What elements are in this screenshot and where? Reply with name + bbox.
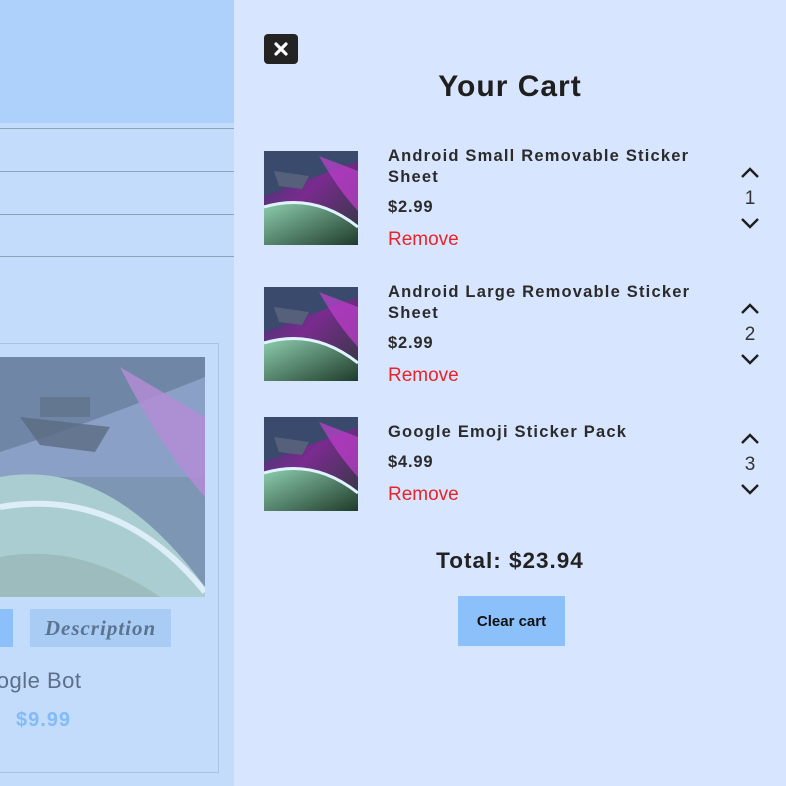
description-tag[interactable]: Description [30,609,171,647]
quantity-value: 2 [744,324,756,345]
cart-panel: Your Cart Android Small Removable Sticke… [234,0,786,786]
product-tag-button[interactable] [0,609,13,647]
cart-item: Android Large Removable Sticker Sheet $2… [264,282,774,392]
remove-button[interactable]: Remove [388,365,459,387]
chevron-up-icon[interactable] [740,432,760,446]
product-name: oogle Bot [0,668,82,693]
item-price: $2.99 [388,334,434,352]
nav-divider [0,214,234,215]
quantity-stepper: 3 [734,432,766,502]
cart-item: Google Emoji Sticker Pack $4.99 Remove 3 [264,417,774,517]
quantity-value: 1 [744,188,756,209]
nav-divider [0,171,234,172]
cart-total: Total: $23.94 [436,548,584,573]
page-header [0,0,234,123]
item-name: Android Small Removable Sticker Sheet [388,147,690,186]
clear-cart-button[interactable]: Clear cart [458,596,565,646]
chevron-up-icon[interactable] [740,302,760,316]
chevron-down-icon[interactable] [740,216,760,230]
background-page: Description oogle Bot $9.99 [0,0,234,786]
cart-title: Your Cart [438,70,582,103]
quantity-stepper: 2 [734,302,766,372]
chevron-up-icon[interactable] [740,166,760,180]
chevron-down-icon[interactable] [740,352,760,366]
cart-item: Android Small Removable Sticker Sheet $2… [264,146,774,256]
remove-button[interactable]: Remove [388,229,459,251]
close-icon [274,42,288,56]
item-name: Android Large Removable Sticker Sheet [388,283,691,322]
product-image[interactable] [0,357,205,597]
nav-divider [0,256,234,257]
quantity-stepper: 1 [734,166,766,236]
item-price: $4.99 [388,453,434,471]
remove-button[interactable]: Remove [388,484,459,506]
item-thumbnail [264,151,358,245]
item-thumbnail [264,287,358,381]
product-price: $9.99 [16,709,72,731]
nav-divider [0,128,234,129]
close-cart-button[interactable] [264,34,298,64]
quantity-value: 3 [744,454,756,475]
item-price: $2.99 [388,198,434,216]
item-thumbnail [264,417,358,511]
chevron-down-icon[interactable] [740,482,760,496]
item-name: Google Emoji Sticker Pack [388,423,628,441]
